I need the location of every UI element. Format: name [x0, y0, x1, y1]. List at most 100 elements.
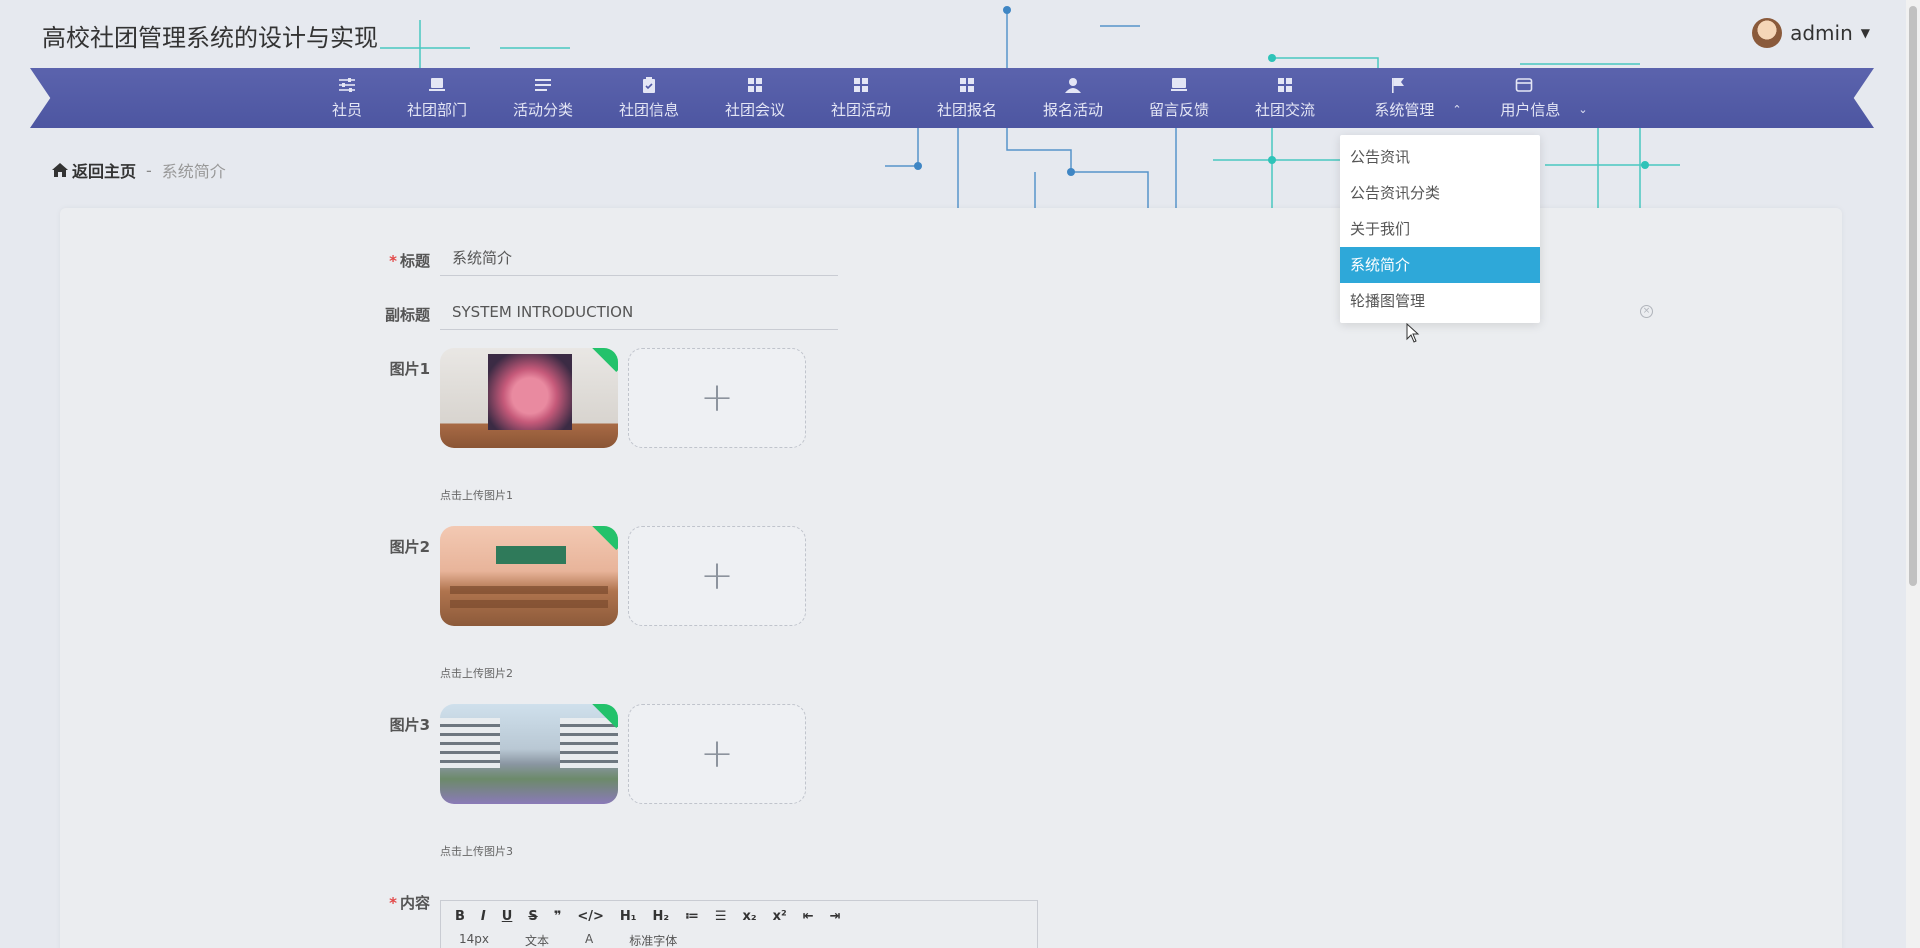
- nav-item-activity-signup[interactable]: 报名活动: [1036, 68, 1110, 128]
- ordered-list-icon[interactable]: ≔: [685, 909, 699, 924]
- image2-hint: 点击上传图片2: [440, 667, 513, 680]
- image1-upload-button[interactable]: +: [628, 348, 806, 448]
- nav-item-club-activities[interactable]: 社团活动: [824, 68, 898, 128]
- wallet-icon: [1515, 77, 1533, 92]
- nav-label: 留言反馈: [1148, 100, 1209, 119]
- nav-label: 社团活动: [830, 100, 891, 119]
- dropdown-item-system-intro[interactable]: 系统简介: [1340, 247, 1540, 283]
- rich-text-editor[interactable]: B I U S ❞ </> H₁ H₂ ≔ ☰ x₂ x² ⇤ ⇥ 14px 文…: [440, 900, 1038, 948]
- image3-label: 图片3: [389, 716, 430, 734]
- breadcrumb-home-label: 返回主页: [72, 162, 137, 181]
- nav-label: 系统管理: [1374, 100, 1435, 119]
- grid-icon: [854, 77, 868, 92]
- user-menu[interactable]: admin ▼: [1752, 18, 1870, 48]
- user-name: admin: [1790, 21, 1853, 45]
- nav-item-system-management[interactable]: 系统管理 ⌃: [1368, 68, 1468, 128]
- plus-icon: +: [700, 375, 734, 421]
- nav-label: 报名活动: [1042, 100, 1103, 119]
- image2-label: 图片2: [389, 538, 430, 556]
- bullet-list-icon[interactable]: ☰: [715, 909, 727, 924]
- site-title: 高校社团管理系统的设计与实现: [42, 24, 378, 52]
- nav-item-members[interactable]: 社员: [324, 68, 370, 128]
- nav-item-club-exchange[interactable]: 社团交流: [1248, 68, 1322, 128]
- superscript-icon[interactable]: x²: [773, 909, 787, 924]
- sliders-icon: [339, 77, 355, 92]
- nav-label: 活动分类: [512, 100, 573, 119]
- font-size-select[interactable]: 14px: [459, 932, 489, 948]
- nav-label: 社团会议: [724, 100, 785, 119]
- image3-preview[interactable]: [440, 704, 618, 804]
- uploaded-badge: [587, 526, 618, 551]
- nav-item-user-info[interactable]: 用户信息 ⌄: [1494, 68, 1594, 128]
- dropdown-item-announcement-categories[interactable]: 公告资讯分类: [1340, 175, 1540, 211]
- plus-icon: +: [700, 553, 734, 599]
- subtitle-label: 副标题: [384, 306, 430, 324]
- form-card: [60, 208, 1842, 948]
- nav-item-club-meetings[interactable]: 社团会议: [718, 68, 792, 128]
- image1-hint: 点击上传图片1: [440, 489, 513, 502]
- avatar: [1752, 18, 1783, 48]
- nav-item-club-info[interactable]: 社团信息: [612, 68, 686, 128]
- mouse-cursor-icon: [1406, 323, 1420, 343]
- subtitle-input[interactable]: [440, 294, 838, 330]
- chat-icon: [429, 77, 445, 91]
- top-header: 高校社团管理系统的设计与实现 admin ▼: [0, 0, 1920, 68]
- plus-icon: +: [700, 731, 734, 777]
- dropdown-item-carousel-management[interactable]: 轮播图管理: [1340, 283, 1540, 319]
- chevron-up-icon: ⌃: [1452, 102, 1462, 116]
- clear-icon[interactable]: ×: [1640, 305, 1653, 318]
- dropdown-item-announcements[interactable]: 公告资讯: [1340, 139, 1540, 175]
- grid-icon: [748, 77, 762, 92]
- breadcrumb-current: 系统简介: [161, 162, 226, 181]
- nav-label: 用户信息: [1500, 100, 1561, 119]
- grid-icon: [1278, 77, 1292, 92]
- code-icon[interactable]: </>: [577, 909, 604, 924]
- image3-hint: 点击上传图片3: [440, 845, 513, 858]
- page-scrollbar[interactable]: [1906, 0, 1920, 948]
- image3-upload-button[interactable]: +: [628, 704, 806, 804]
- nav-label: 社员: [331, 100, 362, 119]
- nav-label: 社团部门: [406, 100, 467, 119]
- title-input[interactable]: [440, 240, 838, 276]
- chevron-down-icon: ⌄: [1578, 102, 1588, 116]
- outdent-icon[interactable]: ⇤: [803, 909, 814, 924]
- format-select[interactable]: 文本: [525, 932, 549, 948]
- breadcrumb: 返回主页 - 系统简介: [52, 158, 226, 182]
- image2-upload-button[interactable]: +: [628, 526, 806, 626]
- editor-toolbar-secondary: 14px 文本 A 标准字体: [441, 932, 1037, 948]
- font-family-select[interactable]: 标准字体: [629, 932, 677, 948]
- breadcrumb-separator: -: [146, 160, 152, 180]
- nav-item-club-registration[interactable]: 社团报名: [930, 68, 1004, 128]
- nav-item-activity-categories[interactable]: 活动分类: [506, 68, 580, 128]
- indent-icon[interactable]: ⇥: [830, 909, 841, 924]
- dropdown-item-about-us[interactable]: 关于我们: [1340, 211, 1540, 247]
- grid-icon: [960, 77, 974, 92]
- flag-icon: [1392, 77, 1404, 93]
- heading2-icon[interactable]: H₂: [652, 909, 669, 924]
- title-label: * 标题: [389, 252, 430, 270]
- image1-label: 图片1: [389, 360, 430, 378]
- bold-icon[interactable]: B: [455, 909, 465, 924]
- scrollbar-thumb[interactable]: [1909, 6, 1917, 586]
- italic-icon[interactable]: I: [481, 909, 486, 924]
- image2-preview[interactable]: [440, 526, 618, 626]
- font-color-icon[interactable]: A: [585, 932, 593, 948]
- heading1-icon[interactable]: H₁: [620, 909, 637, 924]
- caret-down-icon: ▼: [1860, 26, 1870, 40]
- system-management-dropdown: 公告资讯 公告资讯分类 关于我们 系统简介 轮播图管理: [1340, 135, 1540, 323]
- clipboard-icon: [643, 76, 655, 93]
- nav-label: 社团报名: [936, 100, 997, 119]
- subscript-icon[interactable]: x₂: [743, 909, 757, 924]
- nav-item-feedback[interactable]: 留言反馈: [1142, 68, 1216, 128]
- image1-preview[interactable]: [440, 348, 618, 448]
- strikethrough-icon[interactable]: S: [528, 909, 537, 924]
- underline-icon[interactable]: U: [502, 909, 513, 924]
- list-icon: [535, 78, 551, 91]
- nav-item-departments[interactable]: 社团部门: [400, 68, 474, 128]
- home-icon: [52, 163, 68, 177]
- nav-label: 社团信息: [618, 100, 679, 119]
- nav-items: 社员 社团部门 活动分类 社团信息 社团会议 社团活动 社团报名 报名活动 留言…: [0, 68, 1920, 128]
- breadcrumb-home[interactable]: 返回主页: [52, 158, 136, 182]
- blockquote-icon[interactable]: ❞: [554, 909, 562, 924]
- message-icon: [1171, 77, 1187, 91]
